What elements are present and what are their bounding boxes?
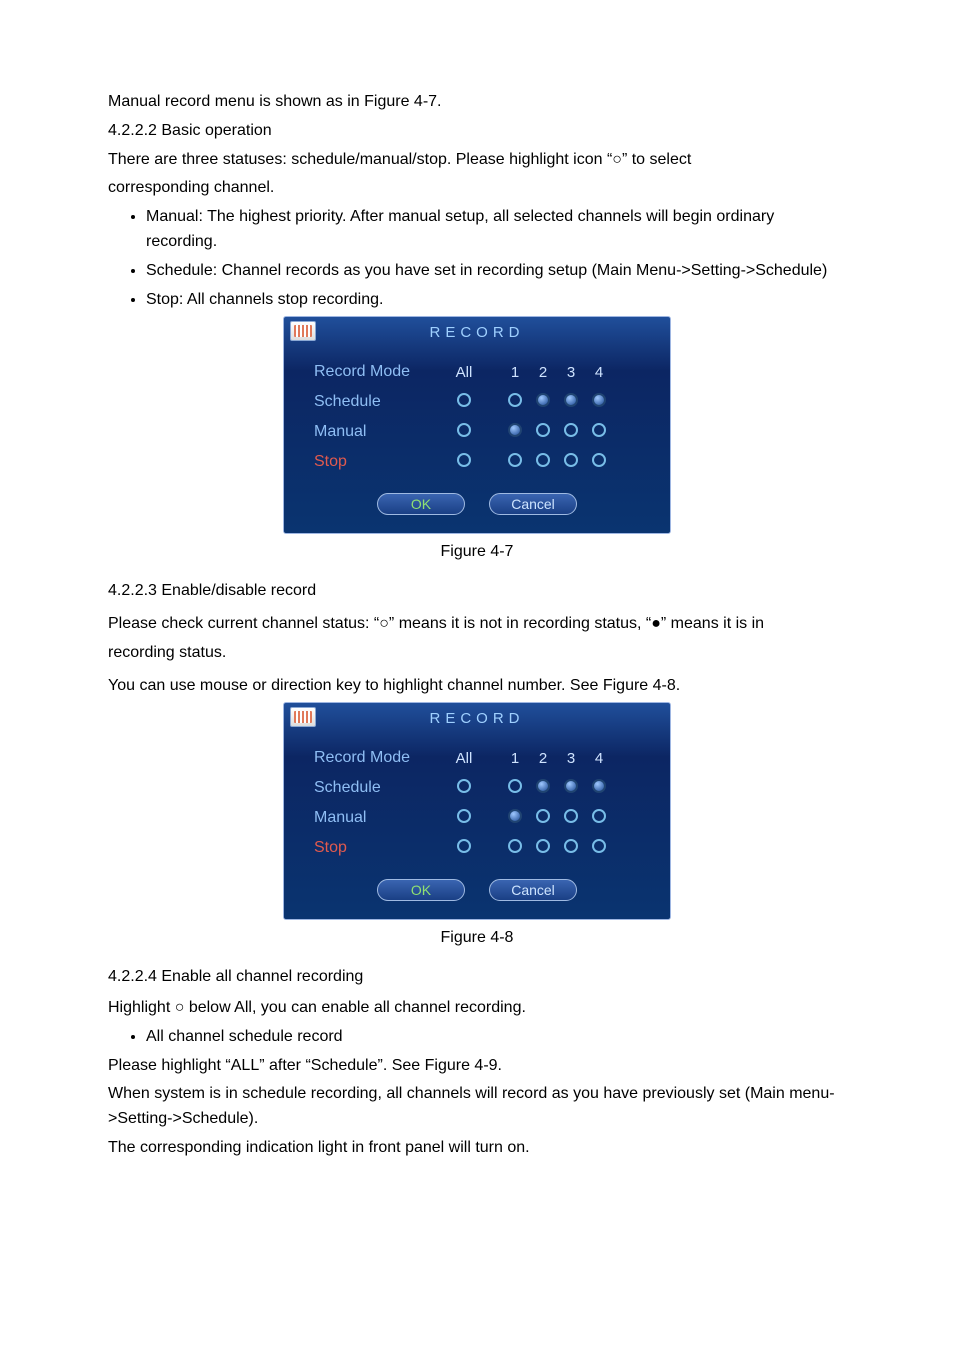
radio-ch4[interactable] (592, 423, 606, 437)
header-channels: 1 2 3 4 (506, 361, 608, 384)
figure-4-8: RECORD Record Mode All 1 2 3 4 Schedule (108, 702, 846, 920)
heading-enable-disable: 4.2.2.3 Enable/disable record (108, 579, 846, 604)
panel-title: RECORD (284, 703, 670, 729)
radio-ch3[interactable] (564, 809, 578, 823)
header-mode: Record Mode (314, 360, 444, 385)
radio-all[interactable] (457, 423, 471, 437)
radio-ch4[interactable] (592, 393, 606, 407)
radio-ch1[interactable] (508, 809, 522, 823)
radio-ch2[interactable] (536, 839, 550, 853)
list-item: Schedule: Channel records as you have se… (146, 259, 846, 284)
radio-ch2[interactable] (536, 809, 550, 823)
radio-ch4[interactable] (592, 839, 606, 853)
header-channels: 1 2 3 4 (506, 747, 608, 770)
radio-all[interactable] (457, 453, 471, 467)
row-label: Manual (314, 420, 444, 445)
row-label: Schedule (314, 776, 444, 801)
cancel-button[interactable]: Cancel (489, 493, 577, 515)
header-mode: Record Mode (314, 746, 444, 771)
channel-num: 1 (506, 361, 524, 384)
ok-button[interactable]: OK (377, 879, 465, 901)
panel-body: Record Mode All 1 2 3 4 Schedule (284, 729, 670, 863)
radio-all[interactable] (457, 809, 471, 823)
row-label: Stop (314, 836, 444, 861)
record-panel: RECORD Record Mode All 1 2 3 4 Schedule (283, 702, 671, 920)
panel-row-schedule: Schedule (314, 773, 654, 803)
row-label: Stop (314, 450, 444, 475)
panel-header-row: Record Mode All 1 2 3 4 (314, 357, 654, 387)
paragraph: There are three statuses: schedule/manua… (108, 148, 846, 173)
paragraph: Highlight ○ below All, you can enable al… (108, 996, 846, 1021)
record-icon (290, 707, 316, 727)
figure-4-7: RECORD Record Mode All 1 2 3 4 Schedule (108, 316, 846, 534)
radio-ch1[interactable] (508, 453, 522, 467)
radio-ch2[interactable] (536, 779, 550, 793)
radio-all[interactable] (457, 839, 471, 853)
paragraph: recording status. (108, 641, 846, 666)
radio-ch2[interactable] (536, 453, 550, 467)
radio-ch3[interactable] (564, 453, 578, 467)
panel-row-manual: Manual (314, 803, 654, 833)
ok-button[interactable]: OK (377, 493, 465, 515)
bullet-list: Manual: The highest priority. After manu… (108, 205, 846, 312)
heading-enable-all: 4.2.2.4 Enable all channel recording (108, 965, 846, 990)
radio-ch1[interactable] (508, 779, 522, 793)
panel-buttons: OK Cancel (284, 863, 670, 919)
channel-num: 3 (562, 747, 580, 770)
radio-ch3[interactable] (564, 423, 578, 437)
radio-ch1[interactable] (508, 839, 522, 853)
row-label: Manual (314, 806, 444, 831)
radio-ch4[interactable] (592, 809, 606, 823)
record-icon (290, 321, 316, 341)
panel-header-row: Record Mode All 1 2 3 4 (314, 743, 654, 773)
radio-ch3[interactable] (564, 779, 578, 793)
panel-row-schedule: Schedule (314, 387, 654, 417)
panel-title-text: RECORD (429, 710, 524, 727)
panel-title: RECORD (284, 317, 670, 343)
header-all: All (444, 747, 484, 770)
radio-ch4[interactable] (592, 779, 606, 793)
list-item: All channel schedule record (146, 1025, 846, 1050)
radio-ch1[interactable] (508, 393, 522, 407)
paragraph: You can use mouse or direction key to hi… (108, 674, 846, 699)
paragraph: When system is in schedule recording, al… (108, 1082, 846, 1132)
radio-ch1[interactable] (508, 423, 522, 437)
header-all: All (444, 361, 484, 384)
radio-ch2[interactable] (536, 393, 550, 407)
intro-paragraph: Manual record menu is shown as in Figure… (108, 90, 846, 115)
radio-ch2[interactable] (536, 423, 550, 437)
list-item: Manual: The highest priority. After manu… (146, 205, 846, 255)
panel-buttons: OK Cancel (284, 477, 670, 533)
radio-ch4[interactable] (592, 453, 606, 467)
panel-row-stop: Stop (314, 833, 654, 863)
heading-basic-operation: 4.2.2.2 Basic operation (108, 119, 846, 144)
channel-num: 4 (590, 747, 608, 770)
list-item: Stop: All channels stop recording. (146, 288, 846, 313)
channel-num: 1 (506, 747, 524, 770)
paragraph: corresponding channel. (108, 176, 846, 201)
document-page: Manual record menu is shown as in Figure… (0, 0, 954, 1350)
cancel-button[interactable]: Cancel (489, 879, 577, 901)
radio-all[interactable] (457, 779, 471, 793)
channel-num: 4 (590, 361, 608, 384)
panel-row-manual: Manual (314, 417, 654, 447)
radio-all[interactable] (457, 393, 471, 407)
panel-body: Record Mode All 1 2 3 4 Schedule (284, 343, 670, 477)
channel-num: 2 (534, 361, 552, 384)
record-panel: RECORD Record Mode All 1 2 3 4 Schedule (283, 316, 671, 534)
panel-title-text: RECORD (429, 324, 524, 341)
channel-num: 3 (562, 361, 580, 384)
radio-ch3[interactable] (564, 839, 578, 853)
figure-caption: Figure 4-7 (108, 540, 846, 565)
panel-row-stop: Stop (314, 447, 654, 477)
figure-caption: Figure 4-8 (108, 926, 846, 951)
row-label: Schedule (314, 390, 444, 415)
bullet-list: All channel schedule record (108, 1025, 846, 1050)
paragraph: Please check current channel status: “○”… (108, 612, 846, 637)
paragraph: Please highlight “ALL” after “Schedule”.… (108, 1054, 846, 1079)
radio-ch3[interactable] (564, 393, 578, 407)
paragraph: The corresponding indication light in fr… (108, 1136, 846, 1161)
channel-num: 2 (534, 747, 552, 770)
